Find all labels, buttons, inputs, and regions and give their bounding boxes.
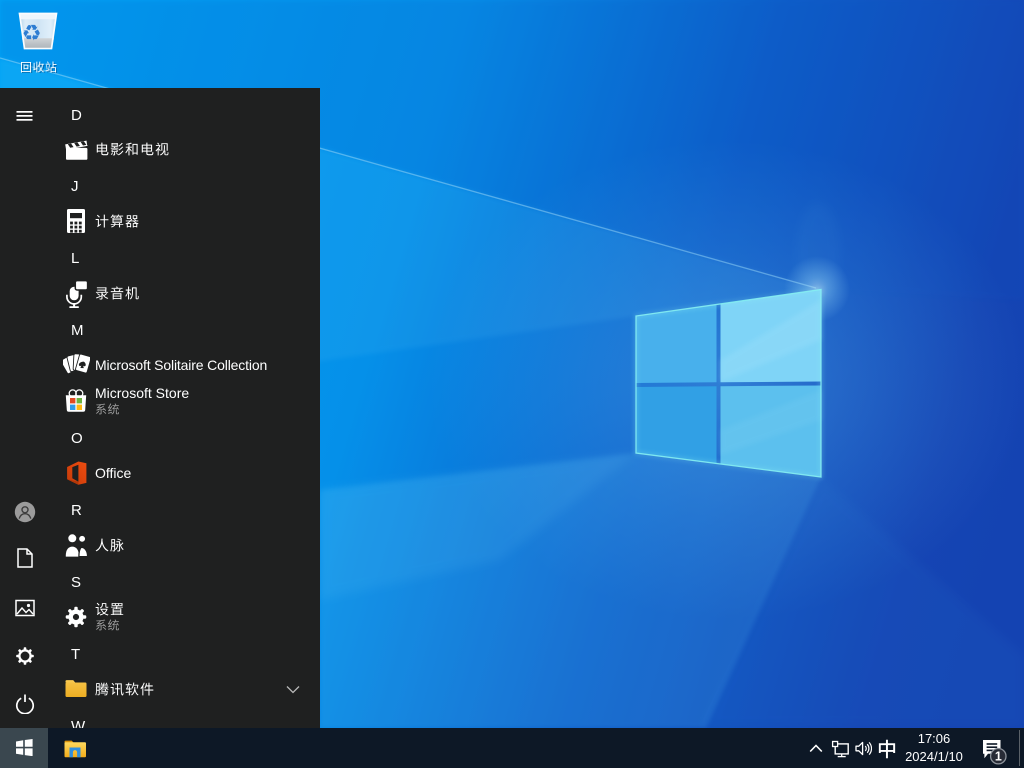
svg-text:1: 1 [995,749,1002,763]
